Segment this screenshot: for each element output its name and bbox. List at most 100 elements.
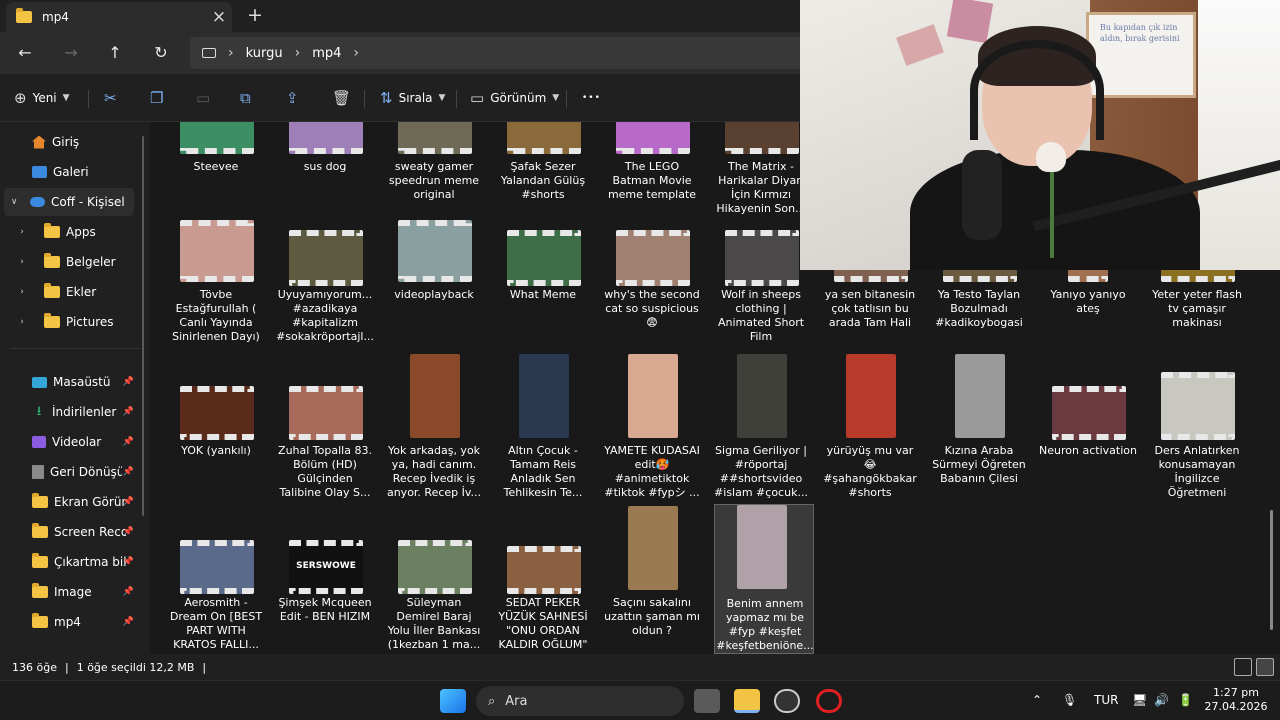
- file-tile-selected[interactable]: Benim annem yapmaz mı be #fyp #keşfet #k…: [714, 504, 814, 654]
- video-thumbnail: [410, 354, 460, 438]
- sidebar-item-image[interactable]: Image 📌: [0, 578, 146, 606]
- sort-button[interactable]: ⇅ Sırala ▼: [380, 86, 445, 110]
- sidebar-item-videos[interactable]: Videolar 📌: [0, 428, 146, 456]
- sidebar-item-onedrive[interactable]: ∨ Coff - Kişisel: [4, 188, 134, 216]
- sidebar-item-label: Geri Dönüşüm: [50, 465, 122, 479]
- tiles-view-button[interactable]: [1256, 658, 1274, 676]
- rename-icon: ⧉: [240, 89, 251, 107]
- opera-icon[interactable]: [816, 689, 842, 713]
- video-thumbnail: [725, 122, 799, 154]
- sidebar-item-gallery[interactable]: Galeri: [0, 158, 146, 186]
- divider: [364, 90, 365, 108]
- up-button[interactable]: ↑: [102, 40, 128, 66]
- sidebar-item-apps[interactable]: › Apps: [0, 218, 146, 246]
- forward-button[interactable]: →: [58, 40, 84, 66]
- sidebar-item-screenshots[interactable]: Ekran Görüntü 📌: [0, 488, 146, 516]
- sidebar-item-pictures[interactable]: › Pictures: [0, 308, 146, 336]
- chevron-right-icon[interactable]: ›: [0, 317, 44, 327]
- sidebar-item-desktop[interactable]: Masaüstü 📌: [0, 368, 146, 396]
- file-tile[interactable]: yürüyüş mu var 😂 #şahangökbakar #shorts: [820, 354, 920, 504]
- chevron-right-icon[interactable]: ›: [0, 287, 44, 297]
- breadcrumb-mp4[interactable]: mp4: [312, 46, 341, 61]
- clock[interactable]: 1:27 pm 27.04.2026: [1196, 686, 1276, 714]
- address-bar[interactable]: › kurgu › mp4 ›: [190, 37, 810, 69]
- rename-button[interactable]: ⧉: [240, 86, 251, 110]
- sidebar-item-stickers[interactable]: Çıkartma bilm 📌: [0, 548, 146, 576]
- sidebar-scrollbar[interactable]: [142, 136, 144, 516]
- file-tile[interactable]: What Meme: [493, 220, 593, 370]
- folder-icon: [44, 253, 60, 268]
- sidebar-item-belgeler[interactable]: › Belgeler: [0, 248, 146, 276]
- sidebar-item-screen-recordings[interactable]: Screen Record 📌: [0, 518, 146, 546]
- file-tile[interactable]: Süleyman Demirel Baraj Yolu İller Bankas…: [384, 524, 484, 654]
- sidebar-item-ekler[interactable]: › Ekler: [0, 278, 146, 306]
- chevron-right-icon[interactable]: ›: [0, 257, 44, 267]
- new-button[interactable]: ⊕ Yeni ▼: [14, 86, 70, 110]
- cut-button[interactable]: ✂: [104, 86, 117, 110]
- sidebar-item-home[interactable]: Giriş: [0, 128, 146, 156]
- delete-button[interactable]: 🗑: [332, 86, 351, 110]
- sidebar-item-downloads[interactable]: ⭳ İndirilenler 📌: [0, 398, 146, 426]
- file-tile[interactable]: Tövbe Estağfurullah ( Canlı Yayında Sini…: [166, 220, 266, 370]
- tab-mp4[interactable]: mp4 ×: [6, 2, 232, 32]
- file-tile[interactable]: Aerosmith - Dream On [BEST PART WITH KRA…: [166, 524, 266, 654]
- microphone-icon[interactable]: 🎙: [1062, 693, 1077, 707]
- chevron-right-icon[interactable]: ›: [0, 227, 44, 237]
- folder-icon: [32, 523, 48, 538]
- close-tab-icon[interactable]: ×: [206, 7, 232, 27]
- file-tile[interactable]: SEDAT PEKER YÜZÜK SAHNESİ "ONU ORDAN KAL…: [493, 524, 593, 654]
- date: 27.04.2026: [1204, 700, 1268, 713]
- divider: [566, 90, 567, 108]
- video-thumbnail: [725, 230, 799, 286]
- file-tile[interactable]: Wolf in sheeps clothing | Animated Short…: [711, 220, 811, 370]
- language-indicator[interactable]: TUR: [1094, 693, 1118, 707]
- file-tile[interactable]: Zuhal Topallа 83. Bölüm (HD) Gülçinden T…: [275, 372, 375, 522]
- file-tile[interactable]: why's the second cat so suspicious 😨: [602, 220, 702, 370]
- paste-button[interactable]: ▭: [196, 86, 210, 110]
- task-view-icon[interactable]: [694, 689, 720, 713]
- windows-start-icon[interactable]: [440, 689, 466, 713]
- chevron-up-icon[interactable]: ⌃: [1032, 693, 1042, 707]
- share-button[interactable]: ⇪: [286, 86, 299, 110]
- file-tile[interactable]: Sigma Geriliyor | #röportaj ##shortsvide…: [711, 354, 811, 504]
- breadcrumb-kurgu[interactable]: kurgu: [246, 46, 283, 61]
- sidebar-item-label: Ekran Görüntü: [54, 495, 126, 509]
- more-options-button[interactable]: •••: [582, 86, 601, 110]
- details-view-button[interactable]: [1234, 658, 1252, 676]
- file-tile[interactable]: videoplayback: [384, 220, 484, 370]
- grid-scrollbar[interactable]: [1270, 510, 1273, 630]
- file-tile[interactable]: Altın Çocuk - Tamam Reis Anladık Sen Teh…: [493, 354, 593, 504]
- chevron-down-icon[interactable]: ∨: [4, 197, 24, 207]
- obs-icon[interactable]: [774, 689, 800, 713]
- sidebar-item-mp4[interactable]: mp4 📌: [0, 608, 146, 636]
- file-tile[interactable]: YAMETE KUDASAI edit🥵 #animetiktok #tikto…: [602, 354, 702, 504]
- file-name: Neuron activation: [1039, 444, 1137, 457]
- copy-button[interactable]: ❐: [150, 86, 163, 110]
- battery-icon[interactable]: 🔋: [1178, 693, 1193, 707]
- volume-icon[interactable]: 🔊: [1154, 693, 1169, 707]
- taskbar-search[interactable]: ⌕ Ara: [476, 686, 684, 716]
- file-tile[interactable]: Uyuyamıyorum... #azadikaya #kapitalizm #…: [275, 220, 375, 370]
- refresh-button[interactable]: ↻: [148, 40, 174, 66]
- file-name: Kızına Araba Sürmeyi Öğreten Babanın Çil…: [932, 444, 1026, 485]
- file-tile[interactable]: Yok arkadaş, yok ya, hadi canım. Recep İ…: [384, 354, 484, 504]
- file-tile[interactable]: Saçını sakalını uzattın şaman mı oldun ?: [602, 506, 702, 654]
- file-tile[interactable]: SERSWOWE Şimşek Mcqueen Edit - BEN HIZIM: [275, 524, 375, 654]
- wall-note: Bu kapıdan çık izin aldın, bırak gerisin…: [1100, 23, 1180, 43]
- sidebar-item-recycle-bin[interactable]: Geri Dönüşüm 📌: [0, 458, 146, 486]
- file-explorer-icon[interactable]: [734, 689, 760, 713]
- file-tile[interactable]: YOK (yankılı): [166, 372, 266, 522]
- file-tile[interactable]: Neuron activation: [1038, 372, 1138, 522]
- new-tab-button[interactable]: +: [244, 4, 266, 28]
- network-icon[interactable]: 🖥: [1132, 693, 1147, 707]
- download-icon: ⭳: [36, 404, 42, 419]
- plus-circle-icon: ⊕: [14, 89, 27, 107]
- back-button[interactable]: ←: [12, 40, 38, 66]
- share-icon: ⇪: [286, 89, 299, 107]
- view-button[interactable]: ▭ Görünüm ▼: [470, 86, 559, 110]
- file-name: Şimşek Mcqueen Edit - BEN HIZIM: [278, 596, 372, 623]
- file-tile[interactable]: Kızına Araba Sürmeyi Öğreten Babanın Çil…: [929, 354, 1029, 504]
- pin-icon: 📌: [122, 497, 134, 507]
- video-thumbnail: [398, 220, 472, 282]
- file-tile[interactable]: Ders Anlatırken konusamayan İngilizce Öğ…: [1147, 372, 1247, 522]
